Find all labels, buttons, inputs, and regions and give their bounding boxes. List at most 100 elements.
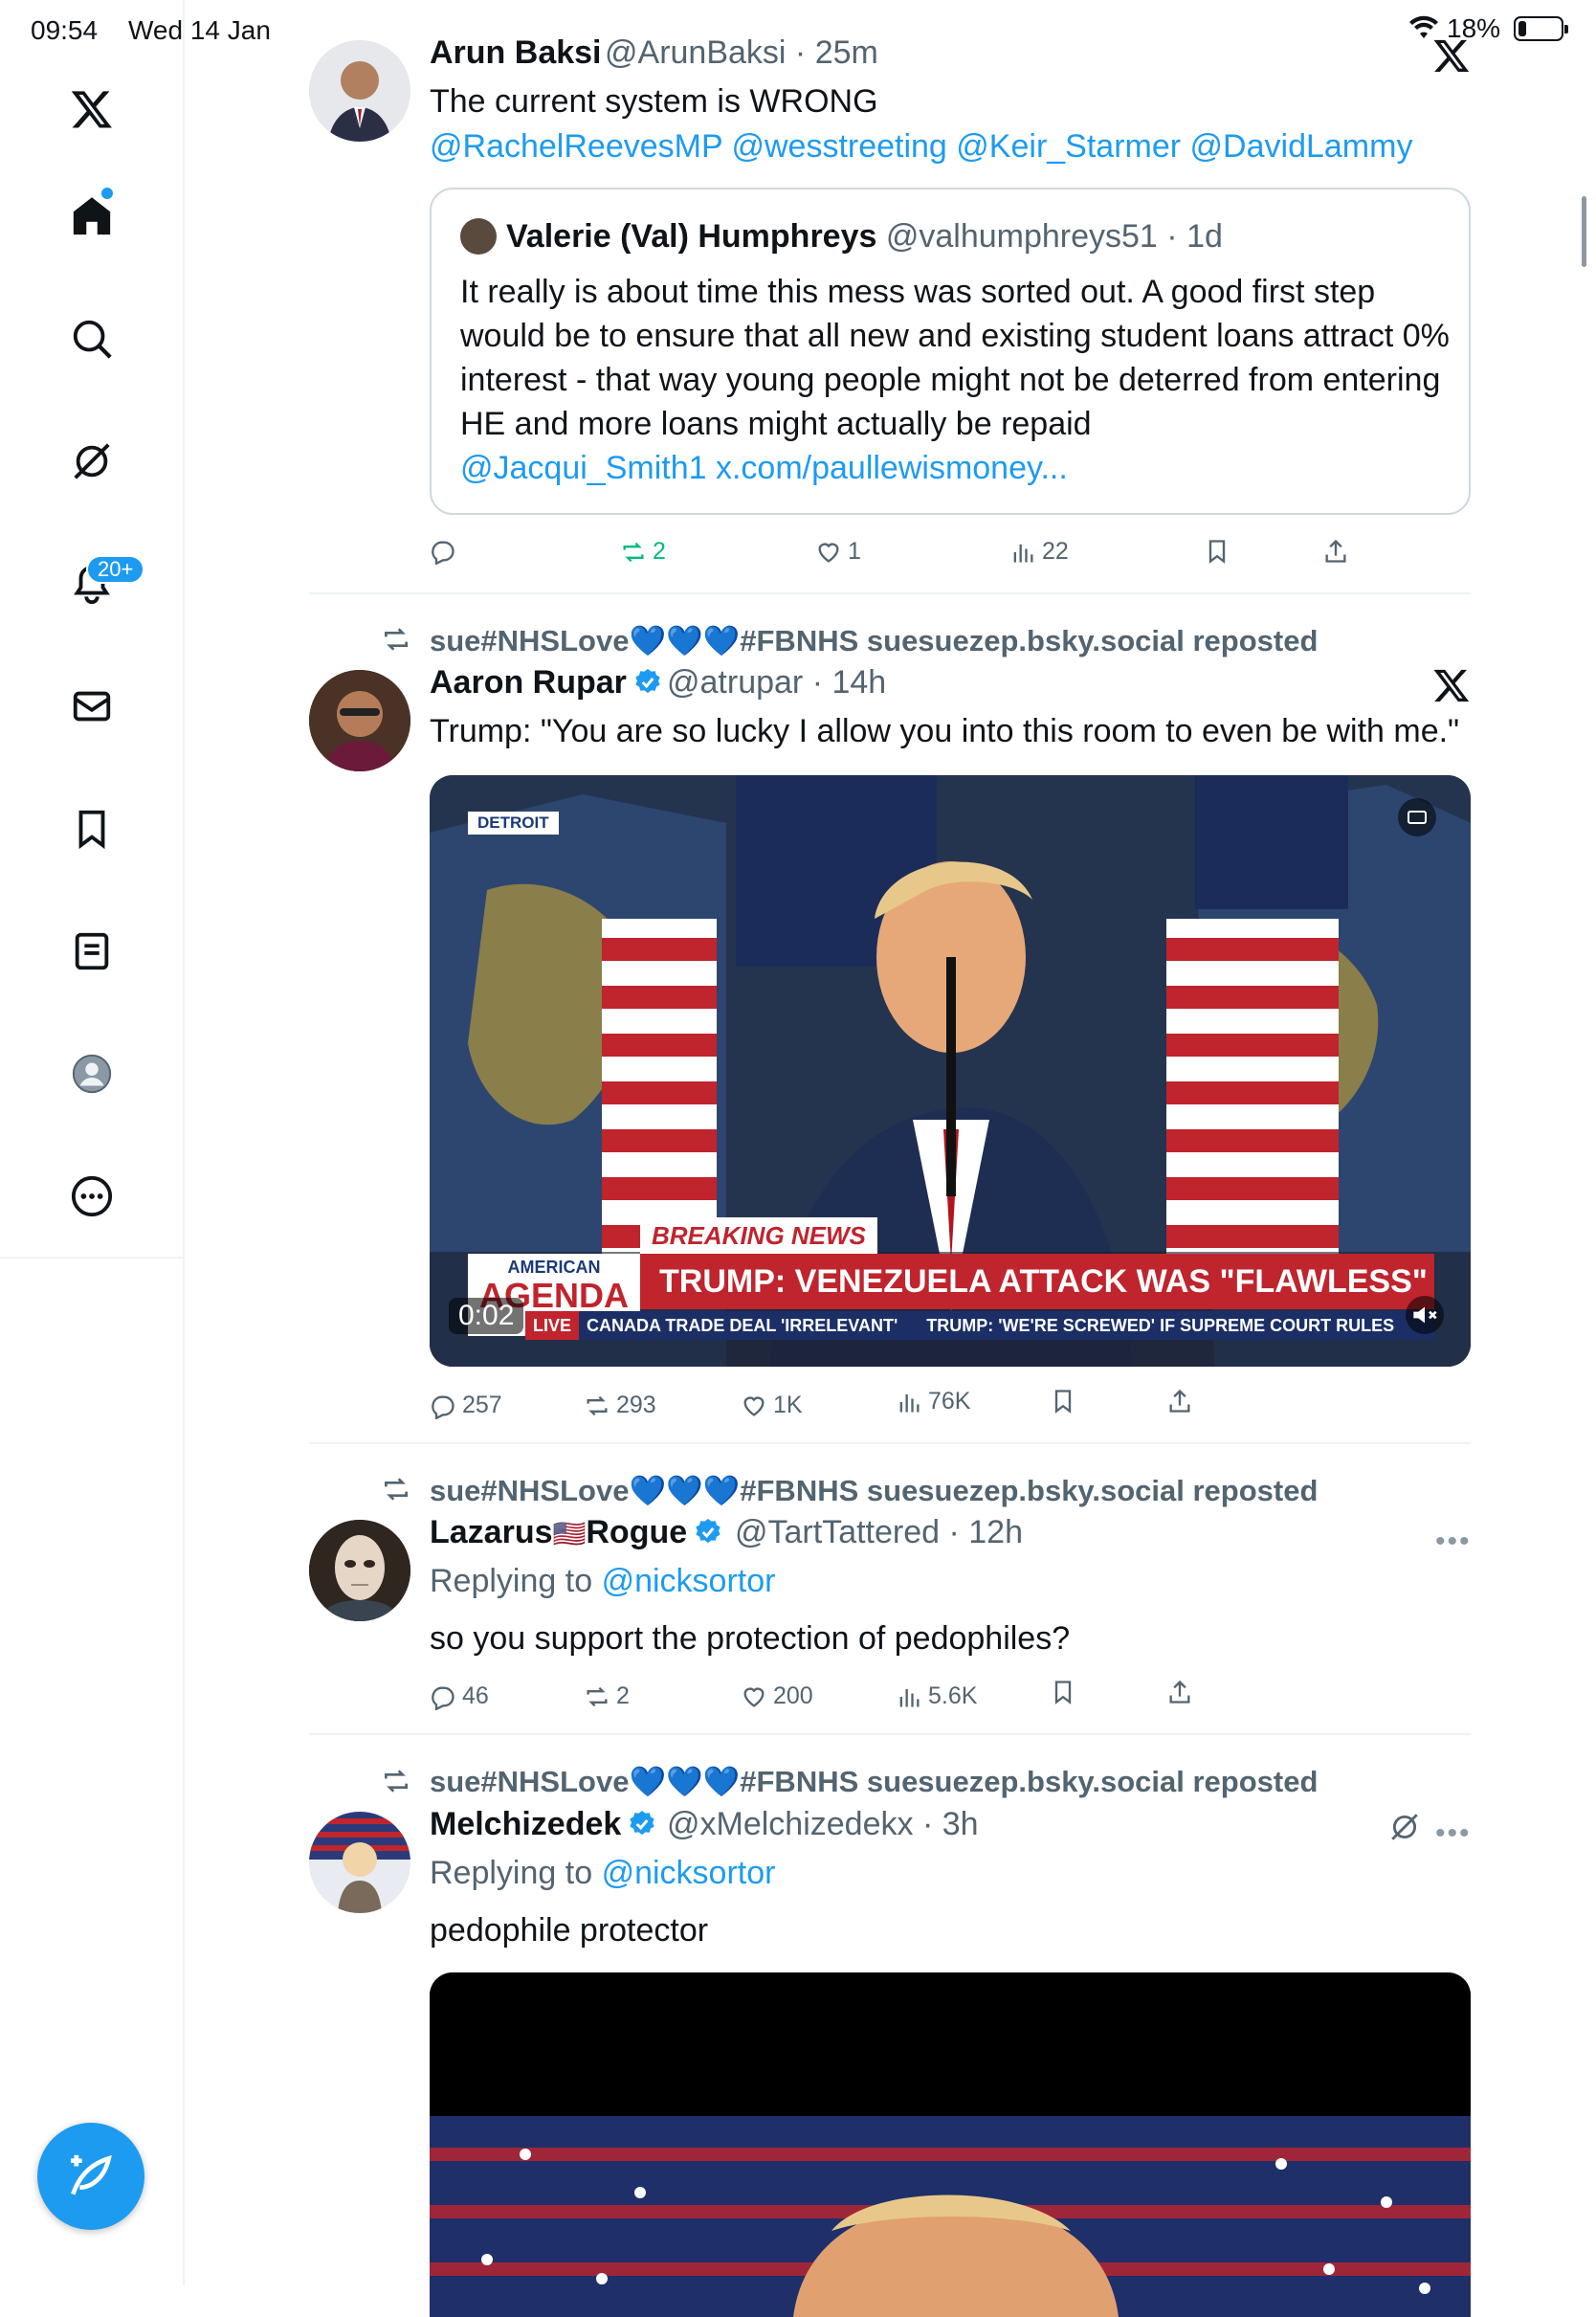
views-icon <box>899 1393 920 1412</box>
reply-button[interactable]: 257 <box>430 1392 502 1419</box>
profile-icon[interactable] <box>67 1049 117 1099</box>
scrollbar[interactable] <box>1582 196 1586 267</box>
lists-icon[interactable] <box>67 926 117 976</box>
x-logo-icon <box>1433 669 1470 702</box>
battery-icon <box>1514 16 1568 41</box>
repost-icon <box>587 1686 608 1706</box>
author-name[interactable]: Aaron Rupar <box>430 664 663 702</box>
repost-icon <box>385 1770 408 1793</box>
video-duration: 0:02 <box>449 1298 524 1334</box>
share-icon <box>1325 539 1346 563</box>
views-button[interactable]: 22 <box>1009 538 1069 566</box>
home-notification-dot <box>101 188 113 199</box>
repost-attribution[interactable]: sue#NHSLove💙💙💙#FBNHS suesuezep.bsky.soci… <box>430 623 1318 658</box>
bookmark-icon <box>1054 1390 1072 1414</box>
more-options-icon[interactable]: ••• <box>1435 1817 1472 1850</box>
views-button[interactable]: 76K <box>896 1388 970 1415</box>
repost-button[interactable]: 293 <box>584 1392 656 1419</box>
repost-icon <box>623 542 644 562</box>
reply-icon <box>432 541 454 565</box>
sidebar: 20+ <box>0 0 185 2285</box>
bookmarks-icon[interactable] <box>67 804 117 854</box>
share-button[interactable] <box>1322 538 1349 565</box>
like-button[interactable]: 200 <box>741 1682 813 1710</box>
views-button[interactable]: 5.6K <box>896 1682 977 1710</box>
author-name[interactable]: Arun Baksi <box>430 34 602 72</box>
reply-button[interactable]: 46 <box>430 1682 489 1710</box>
share-icon <box>1169 1389 1190 1413</box>
author-handle-time: @atrupar · 14h <box>667 664 887 701</box>
share-button[interactable] <box>1166 1679 1193 1705</box>
repost-icon <box>587 1395 608 1415</box>
repost-attribution[interactable]: sue#NHSLove💙💙💙#FBNHS suesuezep.bsky.soci… <box>430 1473 1318 1508</box>
quote-avatar <box>460 218 497 255</box>
quoted-post[interactable]: Valerie (Val) Humphreys @valhumphreys51 … <box>430 188 1471 515</box>
quote-links[interactable]: @Jacqui_Smith1 x.com/paullewismoney... <box>460 450 1068 486</box>
author-name[interactable]: Melchizedek <box>430 1806 657 1843</box>
avatar[interactable] <box>309 670 410 771</box>
post-text: so you support the protection of pedophi… <box>430 1620 1071 1657</box>
bookmark-button[interactable] <box>1050 1679 1076 1705</box>
quote-text: It really is about time this mess was so… <box>460 274 1450 486</box>
home-icon[interactable] <box>67 191 117 241</box>
author-handle-time: @xMelchizedekx · 3h <box>667 1806 979 1842</box>
repost-button[interactable]: 2 <box>584 1682 630 1710</box>
bookmark-icon <box>1208 540 1226 564</box>
sidebar-divider <box>0 1257 185 1259</box>
media-thumbnail <box>430 1972 1471 2317</box>
compose-feather-icon <box>71 2154 112 2195</box>
like-button[interactable]: 1 <box>815 538 861 566</box>
avatar[interactable] <box>309 1812 410 1913</box>
post-divider <box>309 592 1471 594</box>
notifications-badge: 20+ <box>86 555 145 584</box>
views-icon <box>1013 544 1033 562</box>
video-player[interactable]: DETROIT BREAKING NEWS AMERICAN AGENDA TR… <box>430 775 1471 1367</box>
author-name[interactable]: Lazarus🇺🇸Rogue <box>430 1514 723 1551</box>
more-options-icon[interactable]: ••• <box>1435 1526 1472 1558</box>
verified-badge-icon <box>630 1811 654 1836</box>
repost-button[interactable]: 2 <box>620 538 666 566</box>
news-ticker: LIVE CANADA TRADE DEAL 'IRRELEVANT' TRUMP… <box>525 1311 1434 1340</box>
post-mentions[interactable]: @RachelReevesMP @wesstreeting @Keir_Star… <box>430 128 1412 166</box>
headline-banner: TRUMP: VENEZUELA ATTACK WAS "FLAWLESS" <box>640 1254 1434 1309</box>
x-logo-icon[interactable] <box>67 84 117 134</box>
share-icon <box>1169 1680 1190 1704</box>
reply-button[interactable] <box>430 538 456 565</box>
heart-icon <box>818 542 839 563</box>
repost-icon <box>385 1478 408 1501</box>
repost-icon <box>385 628 408 651</box>
heart-icon <box>743 1686 765 1707</box>
heart-icon <box>743 1395 765 1416</box>
views-icon <box>899 1688 920 1706</box>
repost-attribution[interactable]: sue#NHSLove💙💙💙#FBNHS suesuezep.bsky.soci… <box>430 1764 1318 1799</box>
replying-to: Replying to @nicksortor <box>430 1563 776 1599</box>
mute-icon[interactable] <box>1406 1296 1444 1334</box>
share-button[interactable] <box>1166 1388 1193 1415</box>
breaking-news-label: BREAKING NEWS <box>640 1217 877 1255</box>
location-tag: DETROIT <box>468 812 559 835</box>
verified-badge-icon <box>696 1519 720 1544</box>
post-text: pedophile protector <box>430 1912 709 1949</box>
reply-icon <box>432 1394 454 1419</box>
grok-icon[interactable] <box>67 436 117 486</box>
compose-post-button[interactable] <box>37 2123 144 2230</box>
reply-icon <box>432 1685 454 1710</box>
more-icon[interactable] <box>67 1171 117 1221</box>
bookmark-button[interactable] <box>1204 538 1230 565</box>
x-logo-icon <box>1433 39 1470 72</box>
messages-icon[interactable] <box>67 681 117 731</box>
like-button[interactable]: 1K <box>741 1392 803 1419</box>
avatar[interactable] <box>309 40 410 142</box>
verified-badge-icon <box>635 669 660 694</box>
post-media[interactable] <box>430 1972 1471 2317</box>
post-text: Trump: "You are so lucky I allow you int… <box>430 713 1460 749</box>
search-icon[interactable] <box>67 314 117 364</box>
grok-icon[interactable] <box>1388 1811 1421 1843</box>
bookmark-button[interactable] <box>1050 1388 1076 1415</box>
captions-icon[interactable] <box>1398 798 1436 836</box>
avatar[interactable] <box>309 1520 410 1621</box>
post-text: The current system is WRONG <box>430 83 878 120</box>
bookmark-icon <box>1054 1681 1072 1704</box>
replying-to: Replying to @nicksortor <box>430 1855 776 1891</box>
author-handle-time: @TartTattered · 12h <box>735 1514 1023 1550</box>
